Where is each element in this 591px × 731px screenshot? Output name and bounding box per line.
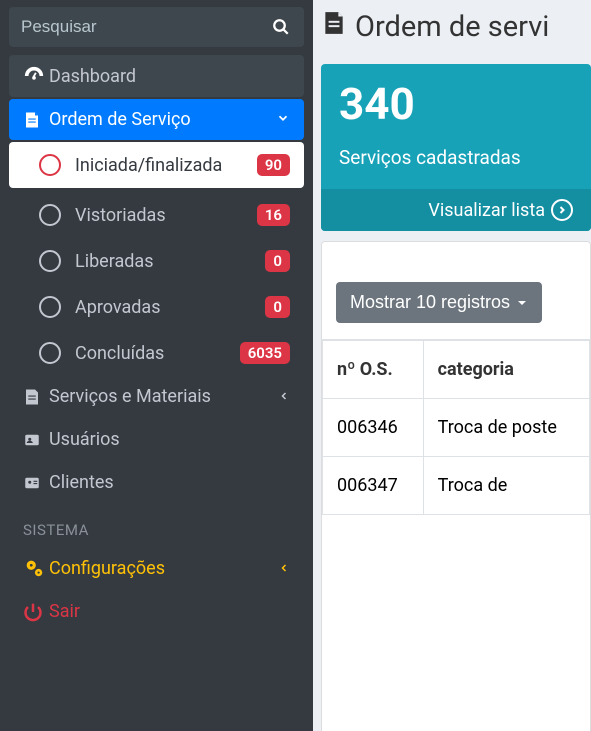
document-icon: [23, 111, 49, 129]
sub-aprovadas-label: Aprovadas: [75, 297, 265, 318]
sub-aprovadas-badge: 0: [265, 296, 290, 318]
sub-aprovadas[interactable]: Aprovadas 0: [9, 284, 304, 330]
sub-vistoriadas[interactable]: Vistoriadas 16: [9, 192, 304, 238]
sub-iniciada-label: Iniciada/finalizada: [75, 155, 257, 176]
stat-number: 340: [339, 82, 573, 126]
circle-icon: [39, 154, 61, 176]
table-row[interactable]: 006347 Troca de: [323, 457, 590, 515]
document-icon: [23, 388, 49, 406]
nav-dashboard[interactable]: Dashboard: [9, 55, 304, 97]
chevron-left-icon: [278, 558, 290, 579]
clients-icon: [23, 474, 49, 492]
stat-subtitle: Serviços cadastradas: [339, 146, 573, 169]
cell-os: 006347: [323, 457, 424, 515]
table-panel: Mostrar 10 registros nº O.S. categoria 0…: [321, 241, 591, 731]
chevron-down-icon: [276, 109, 290, 130]
nav-ordem-servico[interactable]: Ordem de Serviço: [9, 99, 304, 140]
nav-sair[interactable]: Sair: [9, 591, 304, 632]
th-categoria[interactable]: categoria: [423, 340, 589, 399]
nav-clientes-label: Clientes: [49, 472, 290, 493]
data-table: nº O.S. categoria 006346 Troca de poste …: [322, 339, 590, 515]
nav-dashboard-label: Dashboard: [49, 66, 290, 87]
page-title-text: Ordem de servi: [355, 10, 549, 44]
circle-icon: [39, 342, 61, 364]
power-icon: [23, 602, 49, 622]
th-os[interactable]: nº O.S.: [323, 340, 424, 399]
sub-iniciada[interactable]: Iniciada/finalizada 90: [9, 142, 304, 188]
stat-card-link[interactable]: Visualizar lista: [321, 189, 591, 231]
gears-icon: [23, 557, 49, 579]
chevron-left-icon: [278, 386, 290, 407]
search-button[interactable]: [258, 7, 304, 47]
nav-config-label: Configurações: [49, 558, 278, 579]
nav-sair-label: Sair: [49, 601, 290, 622]
document-icon: [321, 10, 347, 44]
sub-vistoriadas-label: Vistoriadas: [75, 205, 257, 226]
nav-servicos-label: Serviços e Materiais: [49, 386, 278, 407]
table-row[interactable]: 006346 Troca de poste: [323, 399, 590, 457]
sub-iniciada-badge: 90: [257, 154, 290, 176]
sub-concluidas[interactable]: Concluídas 6035: [9, 330, 304, 376]
search-input[interactable]: [9, 7, 258, 47]
sub-vistoriadas-badge: 16: [257, 204, 290, 226]
stat-card: 340 Serviços cadastradas Visualizar list…: [321, 64, 591, 231]
circle-icon: [39, 204, 61, 226]
circle-icon: [39, 250, 61, 272]
nav-usuarios[interactable]: Usuários: [9, 419, 304, 460]
sub-liberadas[interactable]: Liberadas 0: [9, 238, 304, 284]
records-dropdown-label: Mostrar 10 registros: [350, 292, 510, 313]
sub-liberadas-badge: 0: [265, 250, 290, 272]
search-icon: [272, 18, 290, 36]
circle-icon: [39, 296, 61, 318]
nav-usuarios-label: Usuários: [49, 429, 290, 450]
nav-servicos-materiais[interactable]: Serviços e Materiais: [9, 376, 304, 417]
cell-categoria: Troca de poste: [423, 399, 589, 457]
stat-link-text: Visualizar lista: [428, 200, 545, 221]
sub-concluidas-badge: 6035: [240, 342, 290, 364]
arrow-right-icon: [551, 199, 573, 221]
cell-categoria: Troca de: [423, 457, 589, 515]
page-title: Ordem de servi: [313, 0, 591, 56]
dashboard-icon: [23, 65, 49, 87]
sub-liberadas-label: Liberadas: [75, 251, 265, 272]
nav-ordem-label: Ordem de Serviço: [49, 109, 276, 130]
caret-down-icon: [516, 297, 528, 309]
nav-clientes[interactable]: Clientes: [9, 462, 304, 503]
sub-concluidas-label: Concluídas: [75, 343, 240, 364]
section-sistema: SISTEMA: [9, 505, 304, 547]
cell-os: 006346: [323, 399, 424, 457]
user-card-icon: [23, 431, 49, 449]
records-dropdown[interactable]: Mostrar 10 registros: [336, 282, 542, 323]
nav-config[interactable]: Configurações: [9, 547, 304, 589]
